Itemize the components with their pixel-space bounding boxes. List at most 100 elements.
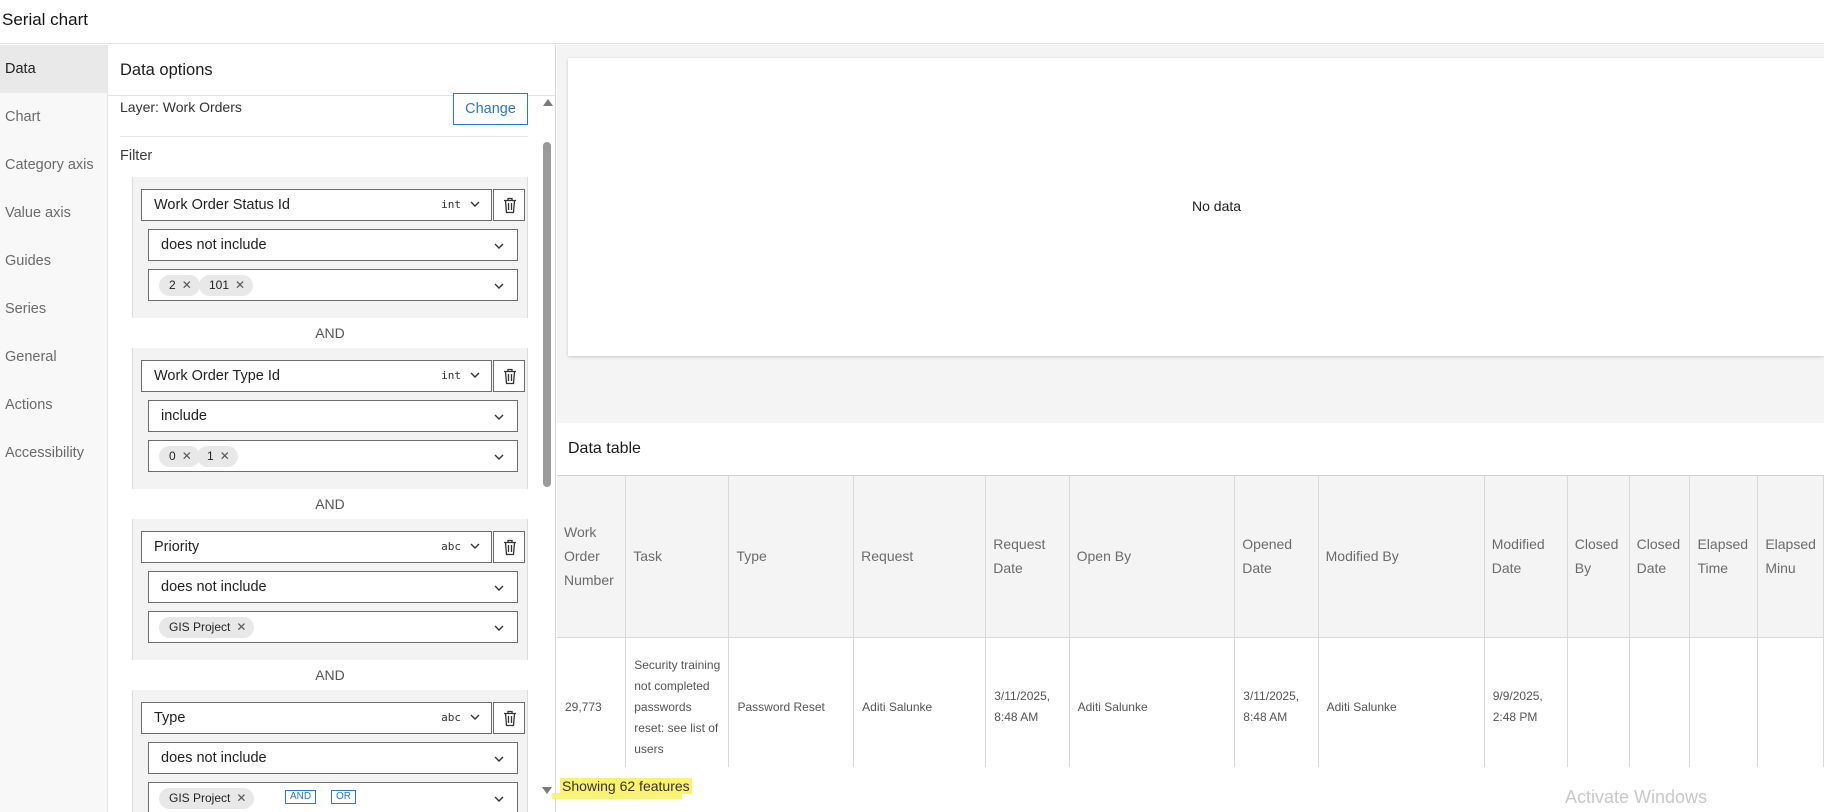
- nav-item-guides[interactable]: Guides: [0, 237, 107, 285]
- preview-area: No data Data table Work Order Number Tas…: [552, 45, 1824, 812]
- trash-icon: [504, 368, 516, 385]
- settings-nav: Data Chart Category axis Value axis Guid…: [0, 45, 108, 812]
- filter-clause: Type abc does not include GIS Project ✕: [132, 690, 528, 812]
- column-header[interactable]: Opened Date: [1234, 476, 1319, 638]
- chevron-down-icon: [470, 543, 480, 549]
- change-layer-button[interactable]: Change: [453, 93, 528, 125]
- column-header[interactable]: Work Order Number: [557, 476, 627, 638]
- close-icon[interactable]: ✕: [182, 446, 192, 467]
- nav-item-category-axis[interactable]: Category axis: [0, 141, 107, 189]
- delete-clause-button[interactable]: [493, 189, 525, 221]
- nav-item-general[interactable]: General: [0, 333, 107, 381]
- field-select[interactable]: Work Order Status Id int: [141, 189, 492, 221]
- value-chip: 1 ✕: [197, 446, 238, 467]
- close-icon[interactable]: ✕: [235, 275, 245, 296]
- column-header[interactable]: Request Date: [985, 476, 1070, 638]
- feature-count: Showing 62 features: [560, 778, 692, 794]
- nav-item-accessibility[interactable]: Accessibility: [0, 429, 107, 477]
- nav-item-series[interactable]: Series: [0, 285, 107, 333]
- delete-clause-button[interactable]: [493, 702, 525, 734]
- operator-select[interactable]: does not include: [148, 571, 518, 603]
- scroll-down-icon[interactable]: [542, 787, 552, 794]
- field-select[interactable]: Type abc: [141, 702, 492, 734]
- nav-item-value-axis[interactable]: Value axis: [0, 189, 107, 237]
- chevron-down-icon: [470, 372, 480, 378]
- trash-icon: [504, 197, 516, 214]
- table-row[interactable]: 29,773 Security training not completed p…: [557, 637, 1824, 767]
- and-joiner: AND: [132, 660, 528, 690]
- close-icon[interactable]: ✕: [236, 788, 246, 809]
- add-and-clause-button[interactable]: AND: [285, 790, 317, 804]
- chevron-down-icon: [494, 283, 504, 289]
- table-cell: [1757, 637, 1824, 767]
- operator-value: include: [161, 408, 207, 424]
- table-cell: [1567, 637, 1630, 767]
- table-cell: Aditi Salunke: [853, 637, 987, 767]
- column-header[interactable]: Open By: [1069, 476, 1236, 638]
- field-select[interactable]: Work Order Type Id int: [141, 360, 492, 392]
- panel-title: Data options: [120, 61, 213, 79]
- close-icon[interactable]: ✕: [236, 617, 246, 638]
- delete-clause-button[interactable]: [493, 531, 525, 563]
- column-header[interactable]: Closed Date: [1629, 476, 1691, 638]
- field-name: Priority: [154, 539, 200, 555]
- value-chip: 2 ✕: [159, 275, 200, 296]
- chip-label: 101: [209, 278, 230, 292]
- app-window: Serial chart Data Chart Category axis Va…: [0, 0, 1824, 812]
- column-header[interactable]: Elapsed Minu: [1757, 476, 1824, 638]
- chevron-down-icon: [470, 714, 480, 720]
- value-chip: 101 ✕: [199, 275, 254, 296]
- window-title: Serial chart: [2, 10, 88, 29]
- activate-windows-watermark: Activate Windows: [1565, 787, 1708, 807]
- chevron-down-icon: [494, 454, 504, 460]
- and-joiner: AND: [132, 318, 528, 348]
- filter-clause: Work Order Status Id int does not includ…: [132, 177, 528, 319]
- no-data-message: No data: [1192, 198, 1242, 214]
- value-chip: GIS Project ✕: [159, 617, 255, 638]
- field-select[interactable]: Priority abc: [141, 531, 492, 563]
- chip-label: GIS Project: [169, 791, 231, 805]
- column-header[interactable]: Task: [625, 476, 730, 638]
- data-options-panel: Data options Layer: Work Orders Change F…: [108, 45, 556, 812]
- field-name: Type: [154, 710, 186, 726]
- trash-icon: [504, 539, 516, 556]
- column-header[interactable]: Closed By: [1567, 476, 1630, 638]
- table-cell: Password Reset: [728, 637, 855, 767]
- table-header-row: Work Order Number Task Type Request Requ…: [557, 476, 1824, 638]
- table-cell: [1689, 637, 1759, 767]
- feature-count-text: Showing 62 features: [560, 778, 692, 794]
- panel-scrollbar[interactable]: [540, 97, 554, 794]
- column-header[interactable]: Request: [853, 476, 987, 638]
- operator-select[interactable]: does not include: [148, 742, 518, 774]
- column-header[interactable]: Modified Date: [1484, 476, 1568, 638]
- nav-item-actions[interactable]: Actions: [0, 381, 107, 429]
- nav-item-data[interactable]: Data: [0, 45, 107, 93]
- value-select[interactable]: GIS Project ✕: [148, 611, 518, 643]
- nav-item-chart[interactable]: Chart: [0, 93, 107, 141]
- delete-clause-button[interactable]: [493, 360, 525, 392]
- chevron-down-icon: [494, 756, 504, 762]
- table: Work Order Number Task Type Request Requ…: [557, 476, 1824, 767]
- table-cell: 3/11/2025, 8:48 AM: [985, 637, 1070, 767]
- add-or-clause-button[interactable]: OR: [331, 790, 356, 804]
- column-header[interactable]: Elapsed Time: [1689, 476, 1759, 638]
- column-header[interactable]: Modified By: [1318, 476, 1485, 638]
- table-cell: Aditi Salunke: [1318, 637, 1485, 767]
- chip-label: 0: [169, 449, 176, 463]
- data-table-title: Data table: [568, 440, 641, 457]
- scroll-up-icon[interactable]: [543, 99, 553, 106]
- trash-icon: [504, 710, 516, 727]
- scroll-thumb[interactable]: [543, 142, 551, 487]
- value-select[interactable]: 2 ✕ 101 ✕: [148, 269, 518, 301]
- close-icon[interactable]: ✕: [182, 275, 192, 296]
- field-name: Work Order Type Id: [154, 368, 280, 384]
- close-icon[interactable]: ✕: [220, 446, 230, 467]
- chip-label: 1: [207, 449, 214, 463]
- chevron-down-icon: [494, 796, 504, 802]
- operator-select[interactable]: does not include: [148, 229, 518, 261]
- value-select[interactable]: 0 ✕ 1 ✕: [148, 440, 518, 472]
- value-chip: GIS Project ✕: [159, 788, 255, 809]
- operator-select[interactable]: include: [148, 400, 518, 432]
- column-header[interactable]: Type: [728, 476, 855, 638]
- chevron-down-icon: [494, 243, 504, 249]
